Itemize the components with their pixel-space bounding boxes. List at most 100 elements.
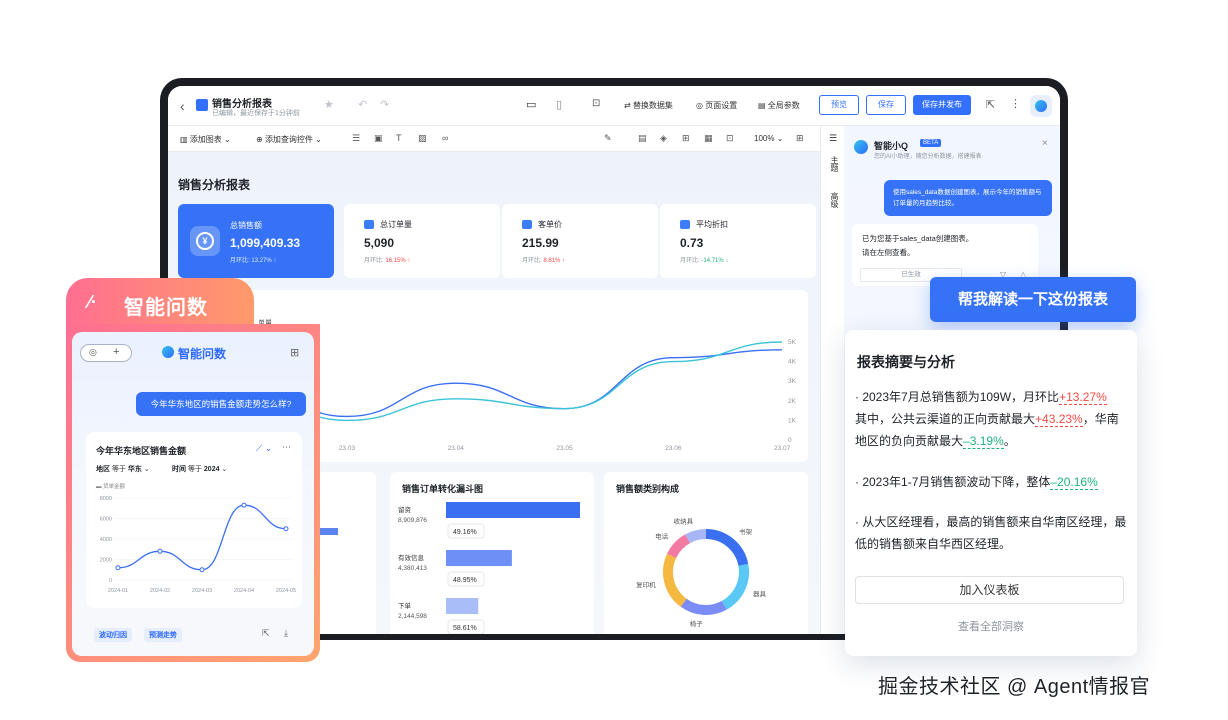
add-to-dashboard-button[interactable]: 加入仪表板 xyxy=(855,576,1124,604)
replace-dataset-button[interactable]: ⇄ 替换数据集 xyxy=(624,100,673,111)
more-icon[interactable]: ⋮ xyxy=(1010,97,1021,110)
summary-highlight[interactable]: –20.16% xyxy=(1050,475,1098,490)
redo-icon[interactable]: ↷ xyxy=(380,98,389,111)
save-button[interactable]: 保存 xyxy=(866,95,906,115)
zoom-select[interactable]: 100% ⌄ xyxy=(754,134,783,143)
mobile-chart-card[interactable]: 今年华东地区销售金额 ⟋ ⌄ ⋯ 地区 等于 华东 ⌄ 时间 等于 2024 ⌄… xyxy=(86,432,302,608)
kpi-card-avg-discount[interactable]: 平均折扣 0.73 月环比: -14.71% ↓ xyxy=(660,204,816,278)
global-params-button[interactable]: ▤ 全局参数 xyxy=(758,100,800,111)
kpi-compare-value: 13.27% xyxy=(251,258,272,264)
new-chat-icon[interactable]: + xyxy=(113,346,119,358)
series-line xyxy=(117,504,287,571)
summary-point-1: · 2023年7月总销售额为109W，月环比+13.27% 其中，公共云渠道的正… xyxy=(855,386,1127,452)
ask-interpret-report-button[interactable]: 帮我解读一下这份报表 xyxy=(930,277,1136,322)
pie-slice-label: 复印机 xyxy=(636,580,656,589)
star-icon[interactable]: ★ xyxy=(324,98,334,111)
tab-container-icon[interactable]: ▣ xyxy=(374,133,383,144)
conversion-rate: 58.61% xyxy=(453,625,477,632)
paint-icon[interactable]: ✎ xyxy=(604,133,612,144)
close-icon[interactable]: × xyxy=(1042,138,1048,149)
kpi-label: 平均折扣 xyxy=(696,220,728,229)
y-tick-label: 4K xyxy=(788,359,797,366)
x-tick-label: 23.07 xyxy=(774,445,791,452)
grid-icon[interactable]: ⊞ xyxy=(796,133,804,144)
lock-layer-icon[interactable]: ⊡ xyxy=(726,133,734,144)
download-icon[interactable]: ⤓ xyxy=(284,628,288,639)
filter-icon[interactable]: ◈ xyxy=(660,133,667,144)
edit-toolbar: ▥ 添加图表 ⌄ ⊕ 添加查询控件 ⌄ ☰ ▣ T ▨ ∞ ✎ ▤ ◈ ⊞ ▦ … xyxy=(168,126,820,152)
pie-slice xyxy=(685,529,707,544)
undo-icon[interactable]: ↶ xyxy=(358,98,367,111)
summary-text: · 2023年1-7月销售额波动下降，整体 xyxy=(855,475,1051,489)
pie-slice-label: 椅子 xyxy=(690,619,704,628)
text-icon[interactable]: T xyxy=(396,133,402,143)
copy-icon[interactable]: ▤ xyxy=(638,133,647,144)
save-publish-button[interactable]: 保存并发布 xyxy=(913,95,971,115)
back-icon[interactable]: ‹ xyxy=(180,98,185,114)
view-all-insights-link[interactable]: 查看全部洞察 xyxy=(845,618,1137,634)
page-settings-label: 页面设置 xyxy=(705,101,738,110)
ai-assistant-icon[interactable] xyxy=(1030,95,1052,117)
pie-slice-label: 器具 xyxy=(753,590,767,598)
desktop-view-icon[interactable]: ▭ xyxy=(526,98,536,111)
list-icon[interactable]: ☰ xyxy=(829,134,839,144)
tab-theme[interactable]: 主题 xyxy=(829,156,840,172)
data-point xyxy=(115,565,121,571)
summary-point-3: · 从大区经理看，最高的销售额来自华南区经理，最低的销售额来自华西区经理。 xyxy=(855,515,1127,551)
image-icon[interactable]: ▨ xyxy=(418,133,427,144)
kpi-card-total-sales[interactable]: ¥ 总销售额 1,099,409.33 月环比: 13.27% ↑ xyxy=(178,204,334,278)
page-settings-button[interactable]: ◎ 页面设置 xyxy=(696,100,737,111)
share-icon[interactable]: ⇱ xyxy=(986,98,995,111)
user-message: 使用sales_data数据创建图表，展示今年的销售额与订单量的月趋势比较。 xyxy=(884,180,1052,216)
funnel-chart-card[interactable]: 销售订单转化漏斗图 留资 8,909,876 49.16% 有效信息 4,380,413… xyxy=(390,472,594,634)
funnel-stage-label: 下单 xyxy=(398,601,412,610)
x-tick-label: 23.06 xyxy=(665,445,682,452)
align-icon[interactable]: ⊞ xyxy=(682,133,690,144)
kpi-icon xyxy=(522,220,532,229)
mobile-user-question: 今年华东地区的销售金额走势怎么样? xyxy=(136,392,306,416)
kpi-card-avg-order[interactable]: 客单价 215.99 月环比: 8.81% ↑ xyxy=(502,204,658,278)
layout-icon[interactable]: ☰ xyxy=(352,133,360,144)
tab-advanced[interactable]: 高级 xyxy=(829,192,840,208)
kpi-compare: 月环比: 8.81% ↑ xyxy=(522,258,566,264)
kpi-card-total-orders[interactable]: 总订单量 5,090 月环比: 16.15% ↑ xyxy=(344,204,500,278)
summary-highlight[interactable]: +43.23% xyxy=(1035,412,1083,427)
side-tabs: ☰ 主题 高级 xyxy=(820,126,844,634)
apps-grid-icon[interactable]: ⊞ xyxy=(290,346,299,359)
add-chart-button[interactable]: ▥ 添加图表 ⌄ xyxy=(180,134,231,145)
y-tick-label: 3K xyxy=(788,378,797,385)
preview-button[interactable]: 预览 xyxy=(819,95,859,115)
forecast-trend-button[interactable]: 预测走势 xyxy=(144,628,182,642)
ai-message-line: 已为您基于sales_data创建图表。 xyxy=(862,234,974,243)
beta-badge: BETA xyxy=(920,139,942,147)
smart-query-badge-label: 智能问数 xyxy=(124,297,208,319)
fluctuation-attribution-button[interactable]: 波动归因 xyxy=(94,628,132,642)
add-query-control-button[interactable]: ⊕ 添加查询控件 ⌄ xyxy=(256,134,322,145)
y-tick-label: 6000 xyxy=(100,517,112,523)
y-tick-label: 0 xyxy=(109,578,112,584)
x-tick-label: 23.03 xyxy=(339,445,356,452)
report-summary-card: 报表摘要与分析 · 2023年7月总销售额为109W，月环比+13.27% 其中… xyxy=(845,330,1137,656)
ai-message-line: 请在左侧查看。 xyxy=(862,248,915,257)
kpi-compare: 月环比: 16.15% ↑ xyxy=(364,258,411,264)
lock-icon[interactable]: ⊡ xyxy=(592,98,600,109)
delete-icon[interactable]: ▦ xyxy=(704,133,713,144)
pie-slice-label: 电话 xyxy=(655,531,669,540)
pie-slice-label: 书架 xyxy=(739,527,753,536)
external-link-icon[interactable]: ⇱ xyxy=(262,628,270,639)
history-icon[interactable]: ◎ xyxy=(89,347,97,358)
summary-highlight[interactable]: +13.27% xyxy=(1059,390,1107,405)
funnel-stage-value: 2,144,598 xyxy=(398,613,427,620)
pie-chart: 书架器具椅子 复印机 电话收纳具 xyxy=(636,517,767,628)
arrow-up-icon: ↑ xyxy=(562,258,566,264)
y-tick-label: 2000 xyxy=(100,558,112,564)
kpi-value: 215.99 xyxy=(522,236,559,250)
link-icon[interactable]: ∞ xyxy=(442,133,448,143)
summary-highlight[interactable]: –3.19% xyxy=(963,434,1004,449)
mobile-view-icon[interactable]: ▯ xyxy=(556,98,562,111)
kpi-compare-label: 月环比 xyxy=(230,258,249,264)
pie-chart-card[interactable]: 销售额类别构成 书架 器具 椅子 复印机 电话 收纳具 xyxy=(604,472,808,634)
conversion-rate: 49.16% xyxy=(453,529,477,536)
kpi-label: 总销售额 xyxy=(230,221,262,230)
data-point xyxy=(283,526,289,532)
